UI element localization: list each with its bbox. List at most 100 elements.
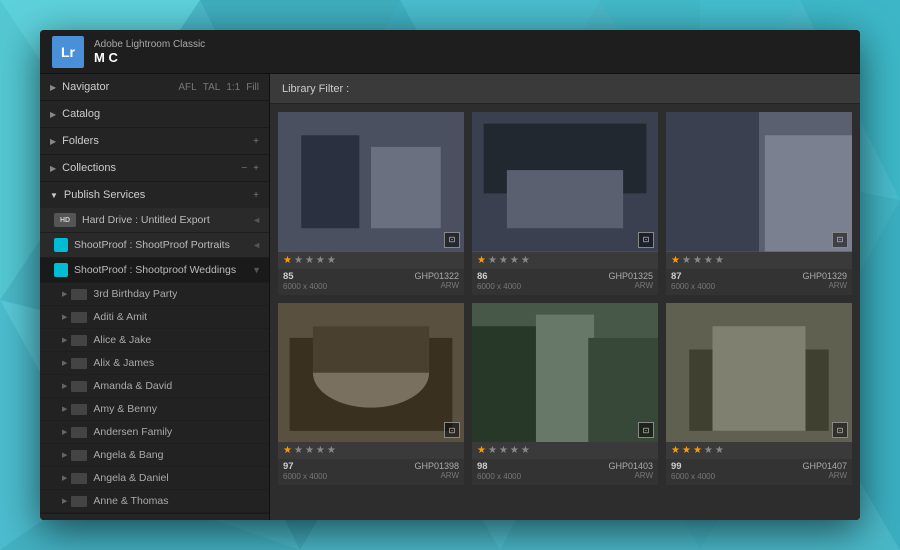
photo-rating-4[interactable]: ★★★★★ [472, 442, 658, 459]
star-1-0[interactable]: ★ [477, 255, 486, 266]
sub-item-1[interactable]: ▶ Aditi & Amit [40, 306, 269, 329]
star-0-2[interactable]: ★ [305, 255, 314, 266]
photo-rating-1[interactable]: ★★★★★ [472, 252, 658, 269]
sub-item-3[interactable]: ▶ Alix & James [40, 352, 269, 375]
collections-header[interactable]: ▶ Collections − + [40, 155, 269, 181]
photo-cell-2[interactable]: ⊡★★★★★876000 x 4000GHP01329ARW [666, 112, 852, 295]
sub-item-9[interactable]: ▶ Anne & Thomas [40, 490, 269, 513]
star-2-4[interactable]: ★ [715, 255, 724, 266]
star-5-3[interactable]: ★ [704, 445, 713, 456]
star-1-1[interactable]: ★ [488, 255, 497, 266]
publish-item-shootproof-portraits[interactable]: ShootProof : ShootProof Portraits ◄ [40, 233, 269, 258]
star-3-0[interactable]: ★ [283, 445, 292, 456]
photo-num-0: 85 [283, 271, 327, 282]
folders-plus[interactable]: + [253, 136, 259, 147]
star-0-4[interactable]: ★ [327, 255, 336, 266]
photo-num-1: 86 [477, 271, 521, 282]
publish-item-hard-drive[interactable]: HD Hard Drive : Untitled Export ◄ [40, 208, 269, 233]
star-4-0[interactable]: ★ [477, 445, 486, 456]
sub-item-triangle-1: ▶ [62, 313, 67, 321]
photo-id-0: GHP01322 [414, 271, 459, 281]
star-0-3[interactable]: ★ [316, 255, 325, 266]
photo-num-4: 98 [477, 461, 521, 472]
navigator-header[interactable]: ▶ Navigator AFL TAL 1:1 Fill [40, 74, 269, 100]
star-2-3[interactable]: ★ [704, 255, 713, 266]
sub-item-label-7: Angela & Bang [93, 449, 163, 461]
photo-rating-2[interactable]: ★★★★★ [666, 252, 852, 269]
star-4-1[interactable]: ★ [488, 445, 497, 456]
sub-item-4[interactable]: ▶ Amanda & David [40, 375, 269, 398]
star-3-2[interactable]: ★ [305, 445, 314, 456]
photo-rating-0[interactable]: ★★★★★ [278, 252, 464, 269]
sub-item-triangle-6: ▶ [62, 428, 67, 436]
star-2-1[interactable]: ★ [682, 255, 691, 266]
photo-cell-5[interactable]: ⊡★★★★★996000 x 4000GHP01407ARW [666, 303, 852, 486]
sub-item-2[interactable]: ▶ Alice & Jake [40, 329, 269, 352]
star-5-0[interactable]: ★ [671, 445, 680, 456]
folders-section: ▶ Folders + [40, 128, 269, 155]
star-5-4[interactable]: ★ [715, 445, 724, 456]
content-area: Library Filter : ⊡★★★★★856000 x 4000GHP0… [270, 74, 860, 520]
app-logo: Lr [52, 36, 84, 68]
sub-item-icon-9 [71, 496, 87, 507]
star-1-3[interactable]: ★ [510, 255, 519, 266]
star-5-2[interactable]: ★ [693, 445, 702, 456]
photo-id-1: GHP01325 [608, 271, 653, 281]
photo-dim-1: 6000 x 4000 [477, 282, 521, 291]
sub-item-8[interactable]: ▶ Angela & Daniel [40, 467, 269, 490]
photo-cell-1[interactable]: ⊡★★★★★866000 x 4000GHP01325ARW [472, 112, 658, 295]
star-1-4[interactable]: ★ [521, 255, 530, 266]
photo-badge-4: ⊡ [638, 422, 654, 438]
photo-id-4: GHP01403 [608, 461, 653, 471]
photo-ext-2: ARW [828, 281, 847, 290]
shootproof-weddings-label: ShootProof : Shootproof Weddings [74, 264, 248, 276]
star-0-1[interactable]: ★ [294, 255, 303, 266]
star-1-2[interactable]: ★ [499, 255, 508, 266]
sub-item-label-9: Anne & Thomas [93, 495, 168, 507]
star-4-3[interactable]: ★ [510, 445, 519, 456]
navigator-section: ▶ Navigator AFL TAL 1:1 Fill [40, 74, 269, 101]
star-0-0[interactable]: ★ [283, 255, 292, 266]
star-2-0[interactable]: ★ [671, 255, 680, 266]
publish-services-header[interactable]: ▼ Publish Services + [40, 182, 269, 208]
photo-cell-0[interactable]: ⊡★★★★★856000 x 4000GHP01322ARW [278, 112, 464, 295]
collections-section: ▶ Collections − + [40, 155, 269, 182]
photo-meta-1: 866000 x 4000GHP01325ARW [472, 269, 658, 295]
publish-item-shootproof-weddings[interactable]: ShootProof : Shootproof Weddings ▼ [40, 258, 269, 283]
sub-item-label-5: Amy & Benny [93, 403, 157, 415]
star-3-1[interactable]: ★ [294, 445, 303, 456]
photo-grid: ⊡★★★★★856000 x 4000GHP01322ARW⊡★★★★★8660… [270, 104, 860, 520]
photo-badge-2: ⊡ [832, 232, 848, 248]
photo-rating-3[interactable]: ★★★★★ [278, 442, 464, 459]
sub-item-7[interactable]: ▶ Angela & Bang [40, 444, 269, 467]
star-2-2[interactable]: ★ [693, 255, 702, 266]
sub-item-5[interactable]: ▶ Amy & Benny [40, 398, 269, 421]
star-4-2[interactable]: ★ [499, 445, 508, 456]
sub-item-0[interactable]: ▶ 3rd Birthday Party [40, 283, 269, 306]
sub-item-icon-1 [71, 312, 87, 323]
sub-item-triangle-4: ▶ [62, 382, 67, 390]
photo-meta-4: 986000 x 4000GHP01403ARW [472, 459, 658, 485]
folders-header[interactable]: ▶ Folders + [40, 128, 269, 154]
photo-cell-3[interactable]: ⊡★★★★★976000 x 4000GHP01398ARW [278, 303, 464, 486]
publish-services-plus[interactable]: + [253, 190, 259, 201]
sub-item-triangle-5: ▶ [62, 405, 67, 413]
photo-cell-4[interactable]: ⊡★★★★★986000 x 4000GHP01403ARW [472, 303, 658, 486]
star-5-1[interactable]: ★ [682, 445, 691, 456]
user-name-label: M C [94, 50, 205, 65]
collections-minus[interactable]: − [241, 163, 247, 174]
photo-rating-5[interactable]: ★★★★★ [666, 442, 852, 459]
sub-item-6[interactable]: ▶ Andersen Family [40, 421, 269, 444]
navigator-triangle: ▶ [50, 83, 56, 92]
catalog-header[interactable]: ▶ Catalog [40, 101, 269, 127]
sub-item-icon-8 [71, 473, 87, 484]
collections-plus[interactable]: + [253, 163, 259, 174]
shootproof-weddings-icon [54, 263, 68, 277]
navigator-label: Navigator [62, 81, 109, 93]
star-4-4[interactable]: ★ [521, 445, 530, 456]
star-3-3[interactable]: ★ [316, 445, 325, 456]
star-3-4[interactable]: ★ [327, 445, 336, 456]
shootproof-portraits-label: ShootProof : ShootProof Portraits [74, 239, 248, 251]
app-name-label: Adobe Lightroom Classic [94, 39, 205, 50]
photo-dim-4: 6000 x 4000 [477, 472, 521, 481]
